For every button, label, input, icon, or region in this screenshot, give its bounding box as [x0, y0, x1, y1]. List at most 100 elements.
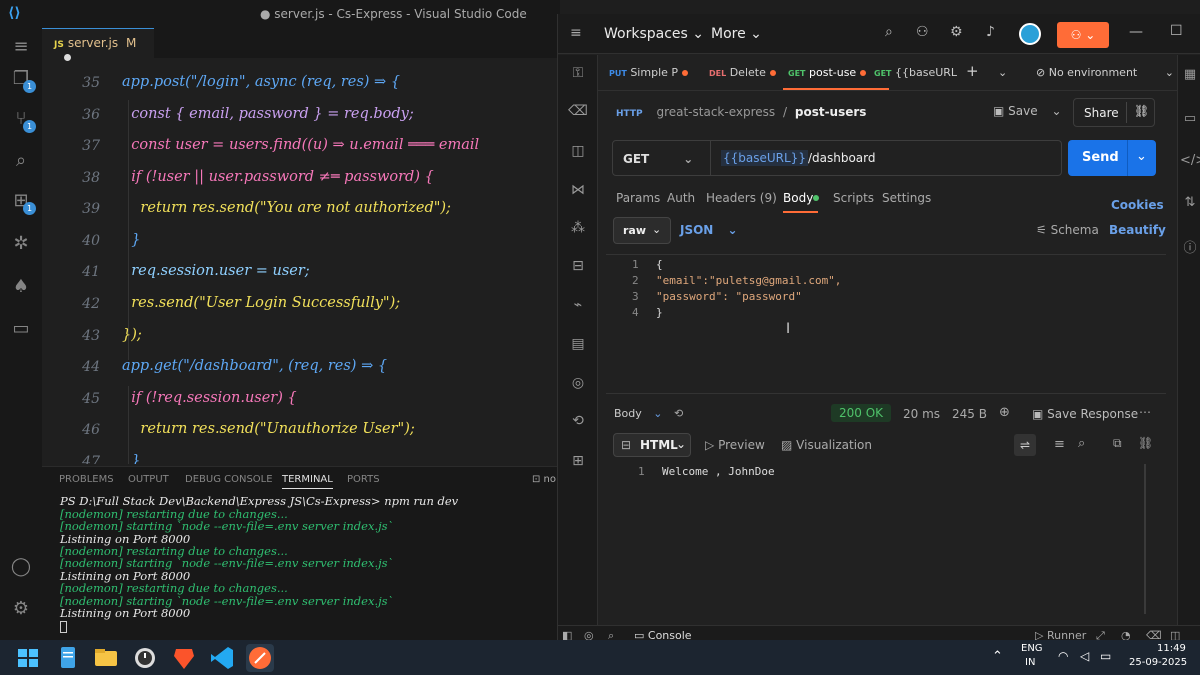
method-select[interactable]: GET ⌄: [623, 152, 693, 166]
clock-app-icon[interactable]: [131, 644, 159, 672]
clock-time[interactable]: 11:49: [1157, 643, 1186, 654]
tab-params[interactable]: Params: [616, 191, 660, 205]
settings-gear-icon[interactable]: ⚙: [10, 598, 32, 620]
settings-icon[interactable]: ⚙: [950, 24, 963, 40]
preview-button[interactable]: ▷ Preview: [705, 438, 765, 452]
tab-settings[interactable]: Settings: [882, 191, 931, 205]
info-icon[interactable]: ⓘ: [1180, 237, 1200, 256]
maximize-icon[interactable]: ☐: [1170, 23, 1183, 39]
request-body-editor[interactable]: 1 { 2 "email":"puletsg@gmail.com", 3 "pa…: [606, 254, 1166, 394]
search-response-icon[interactable]: ⌕: [1078, 436, 1085, 451]
extensions-icon[interactable]: ⊞ 1: [10, 190, 36, 215]
tab-debug-console[interactable]: DEBUG CONSOLE: [185, 474, 273, 485]
send-button[interactable]: Send ⌄: [1068, 140, 1156, 176]
unsaved-dot-icon[interactable]: [64, 54, 71, 61]
network-globe-icon[interactable]: ⊕: [999, 405, 1010, 420]
upgrade-button[interactable]: ⚇ ⌄: [1057, 22, 1109, 48]
tab-body[interactable]: Body: [783, 191, 813, 205]
tab-auth[interactable]: Auth: [667, 191, 695, 205]
tab-problems[interactable]: PROBLEMS: [59, 474, 114, 485]
menu-icon[interactable]: ≡: [10, 36, 32, 58]
tab-headers[interactable]: Headers (9): [706, 191, 777, 205]
new-tab-plus-icon[interactable]: +: [966, 62, 979, 80]
save-response-button[interactable]: ▣ Save Response: [1032, 407, 1138, 421]
brave-browser-icon[interactable]: [170, 644, 198, 672]
cookies-link[interactable]: Cookies: [1111, 198, 1164, 212]
body-language-select[interactable]: JSON ⌄: [680, 223, 738, 237]
share-button[interactable]: Share ⛓: [1073, 98, 1155, 127]
tab-output[interactable]: OUTPUT: [128, 474, 169, 485]
mock-servers-icon[interactable]: ⊟: [568, 258, 588, 278]
copy-icon[interactable]: ⧉: [1113, 436, 1122, 451]
explorer-icon[interactable]: ❐ 1: [10, 68, 36, 93]
invite-user-icon[interactable]: ⚇: [916, 24, 929, 40]
vscode-taskbar-icon[interactable]: [208, 644, 236, 672]
environment-selector[interactable]: ⊘ No environment ⌄: [1036, 66, 1174, 79]
save-button[interactable]: ▣ Save ⌄: [993, 104, 1062, 118]
avatar[interactable]: [1019, 23, 1041, 45]
send-options-chevron-icon[interactable]: ⌄: [1136, 149, 1147, 164]
folder-icon[interactable]: ▭: [10, 318, 32, 340]
link-icon[interactable]: ⛓: [1134, 104, 1149, 118]
response-view-select[interactable]: ⊟ HTML ⌄: [613, 433, 691, 457]
apps-icon[interactable]: ⊞: [568, 453, 588, 473]
tab-server-js[interactable]: JS server.js M: [42, 28, 154, 61]
request-tab-delete[interactable]: DEL Delete: [709, 66, 776, 79]
environments-icon[interactable]: ◫: [568, 143, 588, 163]
apis-icon[interactable]: ⋈: [568, 182, 588, 202]
minimize-icon[interactable]: —: [1129, 24, 1143, 40]
breadcrumb-collection[interactable]: great-stack-express: [656, 105, 775, 119]
postman-taskbar-icon[interactable]: [246, 644, 274, 672]
documentation-icon[interactable]: ▦: [1180, 67, 1200, 82]
beautify-button[interactable]: Beautify: [1109, 223, 1166, 237]
body-mode-select[interactable]: raw ⌄: [613, 217, 671, 244]
collections-lock-icon[interactable]: ⚿: [568, 65, 588, 85]
response-body-select[interactable]: Body ⌄ ⟲: [614, 407, 683, 420]
hamburger-menu-icon[interactable]: ≡: [570, 25, 582, 41]
request-tab-baseurl[interactable]: GET {{baseURL: [874, 66, 957, 79]
tab-scripts[interactable]: Scripts: [833, 191, 874, 205]
volume-icon[interactable]: ◁: [1080, 649, 1089, 663]
trash-icon[interactable]: ⌫: [568, 103, 588, 123]
code-editor[interactable]: 35 36 37 38 39 40 41 42 43 44 45 46 47 a…: [42, 68, 560, 464]
status-badge[interactable]: 200 OK: [831, 404, 892, 422]
history-icon[interactable]: ⟲: [568, 413, 588, 433]
file-explorer-icon[interactable]: [92, 644, 120, 672]
battery-icon[interactable]: ▭: [1100, 649, 1111, 663]
mongodb-icon[interactable]: ♠: [10, 276, 32, 298]
comments-icon[interactable]: ▭: [1180, 111, 1200, 126]
request-tab-put[interactable]: PUT Simple P: [609, 66, 689, 79]
url-input[interactable]: {{baseURL}}/dashboard: [721, 150, 875, 166]
notepad-icon[interactable]: [54, 644, 82, 672]
tab-ports[interactable]: PORTS: [347, 474, 380, 485]
copy-link-icon[interactable]: ⛓: [1138, 436, 1153, 450]
windows-start-icon[interactable]: [14, 644, 42, 672]
filter-icon[interactable]: ≡: [1054, 437, 1065, 452]
scrollbar[interactable]: [1144, 464, 1146, 614]
response-time[interactable]: 20 ms: [903, 407, 940, 421]
insights-icon[interactable]: ◎: [568, 375, 588, 395]
tab-terminal[interactable]: TERMINAL: [282, 474, 333, 489]
visualization-button[interactable]: ▨ Visualization: [781, 438, 872, 452]
more-menu[interactable]: More ⌄: [711, 26, 762, 42]
language-region[interactable]: IN: [1025, 657, 1035, 668]
wifi-icon[interactable]: ◠: [1058, 649, 1068, 663]
code-icon[interactable]: </>: [1180, 153, 1200, 168]
tray-chevron-icon[interactable]: ⌃: [992, 649, 1003, 664]
flows-icon[interactable]: ⁂: [568, 220, 588, 240]
workspaces-menu[interactable]: Workspaces ⌄: [604, 26, 704, 42]
debug-icon[interactable]: ✲: [10, 233, 32, 255]
source-control-icon[interactable]: ⑂ 1: [10, 108, 36, 133]
response-body-viewer[interactable]: 1 Welcome , JohnDoe: [606, 462, 1166, 622]
account-icon[interactable]: ◯: [10, 556, 32, 578]
history-doc-icon[interactable]: ▤: [568, 336, 588, 356]
clock-date[interactable]: 25-09-2025: [1129, 657, 1187, 668]
search-icon[interactable]: ⌕: [10, 150, 32, 172]
tabs-dropdown-icon[interactable]: ⌄: [998, 66, 1007, 79]
response-size[interactable]: 245 B: [952, 407, 987, 421]
search-icon[interactable]: ⌕: [885, 24, 893, 40]
monitors-icon[interactable]: ⌁: [568, 297, 588, 317]
terminal-instance-icon[interactable]: ⊡ no: [532, 474, 556, 485]
related-icon[interactable]: ⇅: [1180, 195, 1200, 210]
request-tab-post-users[interactable]: GET post-use: [788, 66, 867, 79]
